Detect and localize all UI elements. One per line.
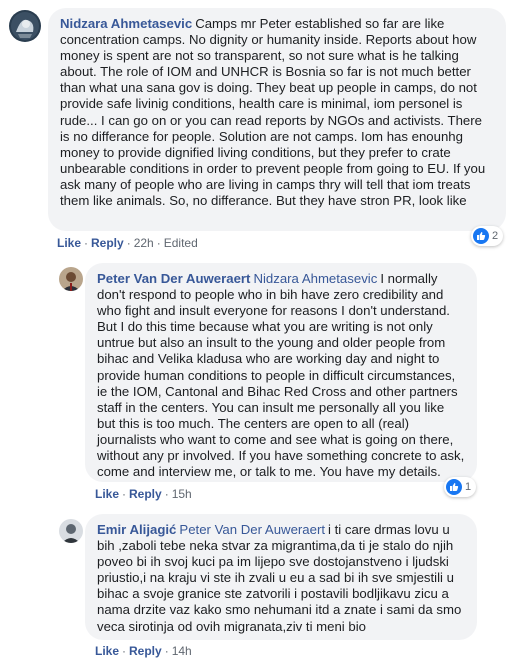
comment-actions: Like · Reply · 22h · Edited xyxy=(57,236,198,250)
comment-text: Camps mr Peter established so far are li… xyxy=(60,16,486,209)
comment-author[interactable]: Nidzara Ahmetasevic xyxy=(60,16,192,31)
separator-dot: · xyxy=(164,487,169,501)
reaction-badge[interactable]: 2 xyxy=(471,226,504,246)
mention-tag[interactable]: Peter Van Der Auweraert xyxy=(179,522,325,537)
separator-dot: · xyxy=(164,644,169,658)
like-link[interactable]: Like xyxy=(57,236,81,250)
reaction-count: 2 xyxy=(492,230,499,242)
reply-link[interactable]: Reply xyxy=(129,644,162,658)
comment-author[interactable]: Peter Van Der Auweraert xyxy=(97,271,250,286)
avatar[interactable] xyxy=(9,10,41,42)
like-reaction-icon xyxy=(473,228,489,244)
like-link[interactable]: Like xyxy=(95,644,119,658)
separator-dot: · xyxy=(156,236,161,250)
comment-actions: Like · Reply · 14h xyxy=(95,644,192,658)
comment-timestamp[interactable]: 15h xyxy=(172,487,192,501)
mention-tag[interactable]: Nidzara Ahmetasevic xyxy=(253,271,377,286)
separator-dot: · xyxy=(84,236,89,250)
like-link[interactable]: Like xyxy=(95,487,119,501)
separator-dot: · xyxy=(122,644,127,658)
avatar-image xyxy=(59,267,83,291)
comment-bubble: Peter Van Der Auweraert Nidzara Ahmetasev… xyxy=(85,263,477,482)
comment-actions: Like · Reply · 15h xyxy=(95,487,192,501)
reaction-badge[interactable]: 1 xyxy=(444,477,477,497)
separator-dot: · xyxy=(122,487,127,501)
separator-dot: · xyxy=(126,236,131,250)
avatar-image xyxy=(59,519,83,543)
comment-text: I normally don't respond to people who i… xyxy=(97,271,465,480)
avatar[interactable] xyxy=(59,519,83,543)
comment-text: i ti care drmas lovu u bih ,zaboli tebe … xyxy=(97,522,462,634)
comment-bubble: Nidzara Ahmetasevic Camps mr Peter establ… xyxy=(48,8,506,231)
comment-timestamp[interactable]: 14h xyxy=(172,644,192,658)
reply-link[interactable]: Reply xyxy=(91,236,124,250)
reply-link[interactable]: Reply xyxy=(129,487,162,501)
avatar[interactable] xyxy=(59,267,83,291)
avatar-image xyxy=(9,10,41,42)
edited-label[interactable]: Edited xyxy=(164,236,198,250)
comment-timestamp[interactable]: 22h xyxy=(134,236,154,250)
comment-bubble: Emir Alijagić Peter Van Der Auweraert i ti… xyxy=(85,514,477,640)
comment-author[interactable]: Emir Alijagić xyxy=(97,522,176,537)
like-reaction-icon xyxy=(446,479,462,495)
reaction-count: 1 xyxy=(465,481,472,493)
